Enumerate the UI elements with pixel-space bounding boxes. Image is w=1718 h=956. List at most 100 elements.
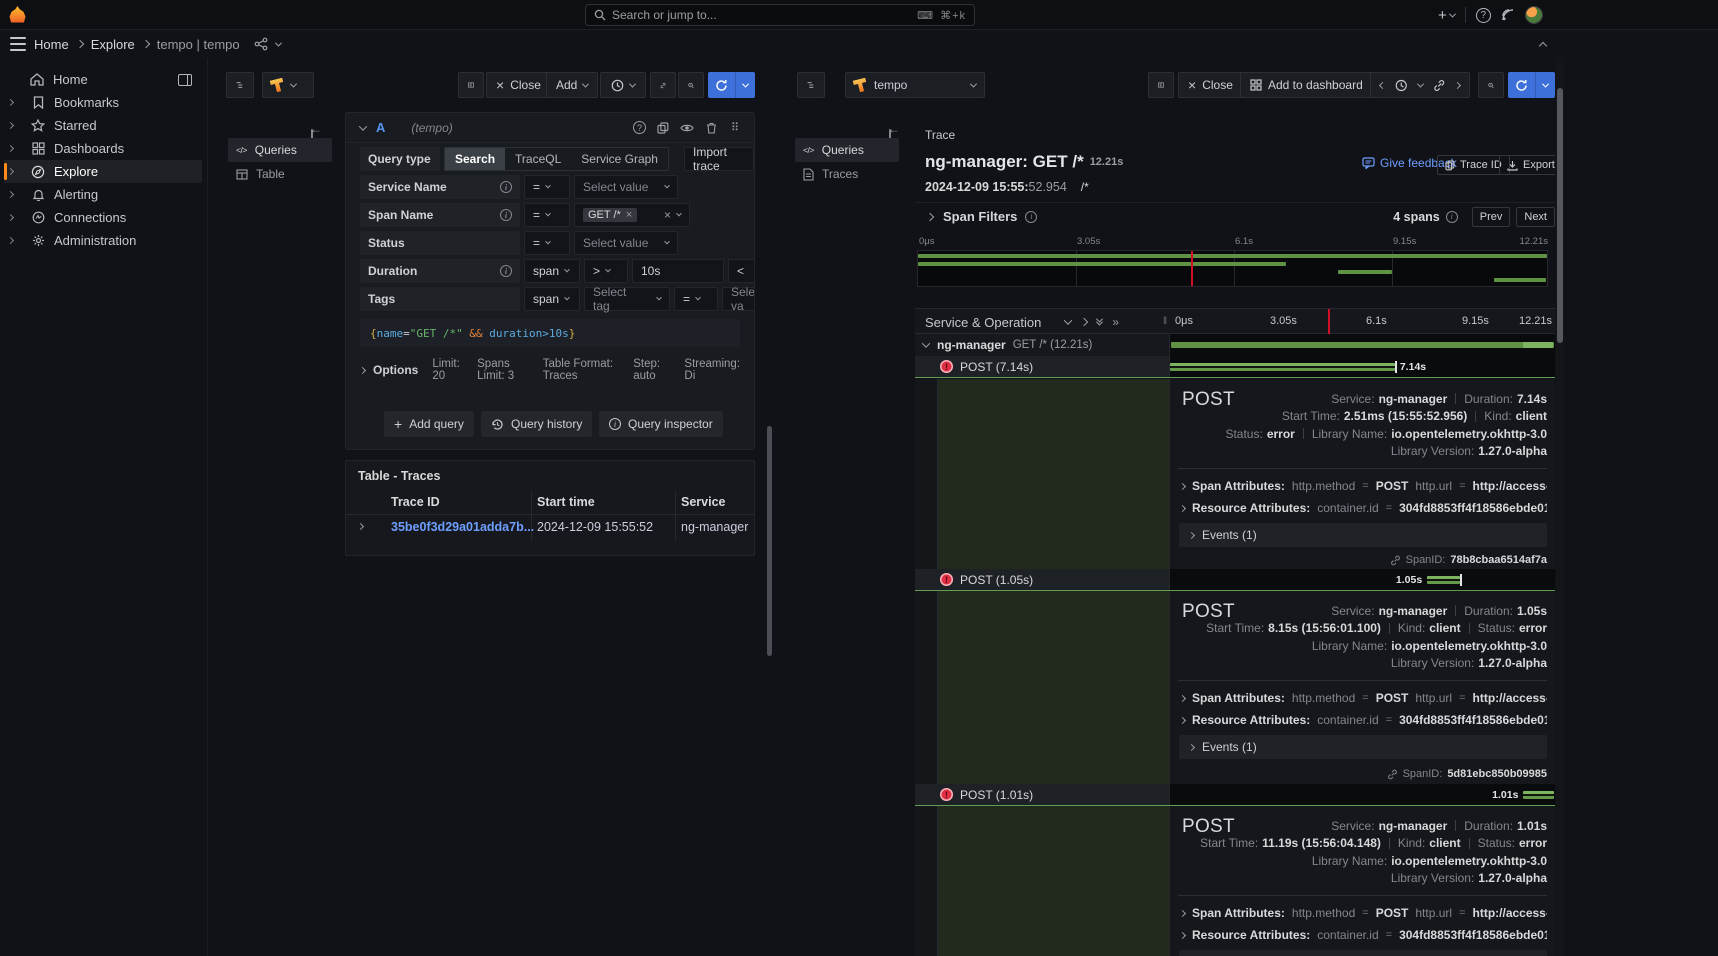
duration-op-select[interactable]: > — [584, 259, 628, 283]
duration-scope-select[interactable]: span — [524, 259, 580, 283]
time-range-button-left[interactable] — [600, 72, 646, 98]
span-id-row[interactable]: SpanID:5d81ebc850b09985 — [1387, 767, 1547, 781]
breadcrumb-explore[interactable]: Explore — [91, 37, 135, 52]
span-name-chip[interactable]: GET /*× — [583, 208, 637, 222]
query-help-icon[interactable]: ? — [633, 121, 646, 134]
expand-chevron-icon[interactable] — [7, 168, 14, 175]
tab-queries-right[interactable]: </> Queries — [795, 138, 899, 162]
tags-scope-select[interactable]: span — [524, 287, 580, 311]
collapse-sidebar-icon[interactable]: ← — [310, 122, 322, 136]
expand-chevron-icon[interactable] — [7, 99, 14, 106]
span-row-post-2[interactable]: POST (1.05s) 1.05s — [915, 569, 1555, 591]
export-button[interactable]: Export — [1499, 155, 1555, 175]
sidebar-item-alerting[interactable]: Alerting — [4, 183, 202, 206]
run-query-button-right[interactable] — [1508, 72, 1555, 98]
dock-menu-icon[interactable] — [178, 74, 192, 86]
status-op-select[interactable]: = — [524, 231, 570, 255]
expand-chevron-icon[interactable] — [7, 191, 14, 198]
remove-chip-icon[interactable]: × — [626, 209, 632, 221]
span-detail-tree-column[interactable] — [938, 379, 1170, 569]
time-picker-chevron-icon[interactable] — [1416, 80, 1423, 87]
span-filters-label[interactable]: Span Filters — [943, 209, 1017, 224]
zoom-out-button-left[interactable] — [678, 72, 704, 98]
events-expander[interactable]: Events (1) — [1179, 950, 1547, 956]
expand-chevron-icon[interactable] — [7, 237, 14, 244]
span-row-root[interactable]: ng-manager GET /* (12.21s) — [915, 334, 1555, 356]
span-bar[interactable] — [1523, 791, 1555, 799]
add-button-left[interactable]: Add — [546, 72, 598, 98]
expand-all-icon[interactable]: » — [1112, 315, 1119, 329]
share-icon[interactable] — [254, 37, 268, 51]
expand-one-icon[interactable] — [1080, 318, 1088, 326]
remove-query-icon[interactable] — [702, 119, 720, 137]
span-attributes-row[interactable]: Span Attributes: http.method=POST http.u… — [1180, 475, 1547, 497]
global-search-input[interactable]: Search or jump to... ⌨ ⌘+k — [585, 4, 975, 26]
datasource-picker-left[interactable] — [262, 72, 314, 98]
query-outline-button[interactable] — [226, 72, 254, 98]
span-row-post-3[interactable]: POST (1.01s) 1.01s — [915, 784, 1555, 806]
collapse-one-icon[interactable] — [1064, 316, 1072, 324]
tab-queries-left[interactable]: </> Queries — [228, 138, 332, 162]
news-icon[interactable] — [1501, 8, 1515, 22]
query-inspector-button[interactable]: Query inspector — [599, 411, 723, 437]
query-type-traceql[interactable]: TraceQL — [505, 148, 571, 170]
span-bar-root[interactable] — [1171, 342, 1554, 348]
span-row-post-1[interactable]: POST (7.14s) 7.14s — [915, 356, 1555, 378]
col-trace-id[interactable]: Trace ID — [391, 495, 440, 509]
clear-icon[interactable]: × — [664, 208, 671, 222]
resource-attributes-row[interactable]: Resource Attributes: container.id=304fd8… — [1180, 497, 1547, 519]
span-bar[interactable] — [1170, 363, 1395, 371]
tags-key-select[interactable]: Select tag — [584, 287, 670, 311]
span-name-op-select[interactable]: = — [524, 203, 570, 227]
zoom-out-button-right[interactable] — [1478, 72, 1504, 98]
time-shift-back-icon[interactable] — [1379, 81, 1386, 88]
run-query-chevron-icon[interactable] — [735, 72, 755, 98]
breadcrumb-home[interactable]: Home — [34, 37, 69, 52]
sidebar-item-explore[interactable]: Explore — [4, 160, 202, 183]
mega-menu-toggle[interactable] — [10, 37, 26, 51]
sidebar-item-connections[interactable]: Connections — [4, 206, 202, 229]
span-id-row[interactable]: SpanID:78b8cbaa6514af7a — [1390, 553, 1547, 567]
sidebar-item-home[interactable]: Home — [4, 68, 202, 91]
sidebar-item-starred[interactable]: Starred — [4, 114, 202, 137]
events-expander[interactable]: Events (1) — [1179, 735, 1547, 759]
query-outline-button-right[interactable] — [797, 72, 825, 98]
drag-handle-icon[interactable]: ⠿ — [726, 119, 744, 137]
collapse-sidebar-icon[interactable]: ← — [888, 122, 900, 136]
sidebar-item-bookmarks[interactable]: Bookmarks — [4, 91, 202, 114]
user-avatar[interactable] — [1525, 6, 1543, 24]
table-row[interactable]: 35be0f3d29a01adda7b... 2024-12-09 15:55:… — [346, 515, 754, 541]
span-attributes-row[interactable]: Span Attributes: http.method=POST http.u… — [1180, 687, 1547, 709]
query-type-service-graph[interactable]: Service Graph — [571, 148, 668, 170]
column-resize-handle[interactable]: ‖ — [1163, 316, 1167, 327]
span-name-value-select[interactable]: GET /*× × — [574, 203, 690, 227]
split-pane-button-right[interactable] — [1148, 72, 1174, 98]
duration-max-op-select[interactable]: < — [728, 259, 755, 283]
sidebar-item-administration[interactable]: Administration — [4, 229, 202, 252]
disable-query-icon[interactable] — [678, 119, 696, 137]
window-scrollbar-thumb[interactable] — [1557, 88, 1563, 343]
col-service[interactable]: Service — [681, 495, 725, 509]
tags-op-select[interactable]: = — [674, 287, 718, 311]
collapse-all-icon[interactable] — [1097, 318, 1102, 326]
time-shift-forward-icon[interactable] — [1454, 81, 1461, 88]
expand-chevron-icon[interactable] — [7, 122, 14, 129]
window-scrollbar-track[interactable] — [1556, 58, 1564, 956]
prev-span-button[interactable]: Prev — [1472, 207, 1511, 227]
resource-attributes-row[interactable]: Resource Attributes: container.id=304fd8… — [1180, 924, 1547, 946]
panel-title[interactable]: Table - Traces — [358, 469, 440, 483]
collapse-panel-icon[interactable] — [1539, 42, 1547, 50]
add-menu-button[interactable]: + — [1438, 7, 1455, 24]
status-value-select[interactable]: Select value — [574, 231, 678, 255]
import-trace-button[interactable]: Import trace — [684, 147, 754, 171]
query-options-row[interactable]: Options Limit: 20 Spans Limit: 3 Table F… — [360, 357, 740, 383]
link-icon[interactable] — [1433, 79, 1446, 92]
split-pane-button[interactable] — [458, 72, 484, 98]
add-to-dashboard-button[interactable]: Add to dashboard — [1240, 72, 1373, 98]
time-range-group-right[interactable] — [1370, 72, 1470, 98]
link-split-button-left[interactable] — [650, 72, 676, 98]
close-pane-button-right[interactable]: × Close — [1178, 72, 1243, 98]
expand-chevron-icon[interactable] — [7, 145, 14, 152]
tab-table-left[interactable]: Table — [228, 162, 332, 186]
span-bar[interactable] — [1427, 576, 1460, 584]
